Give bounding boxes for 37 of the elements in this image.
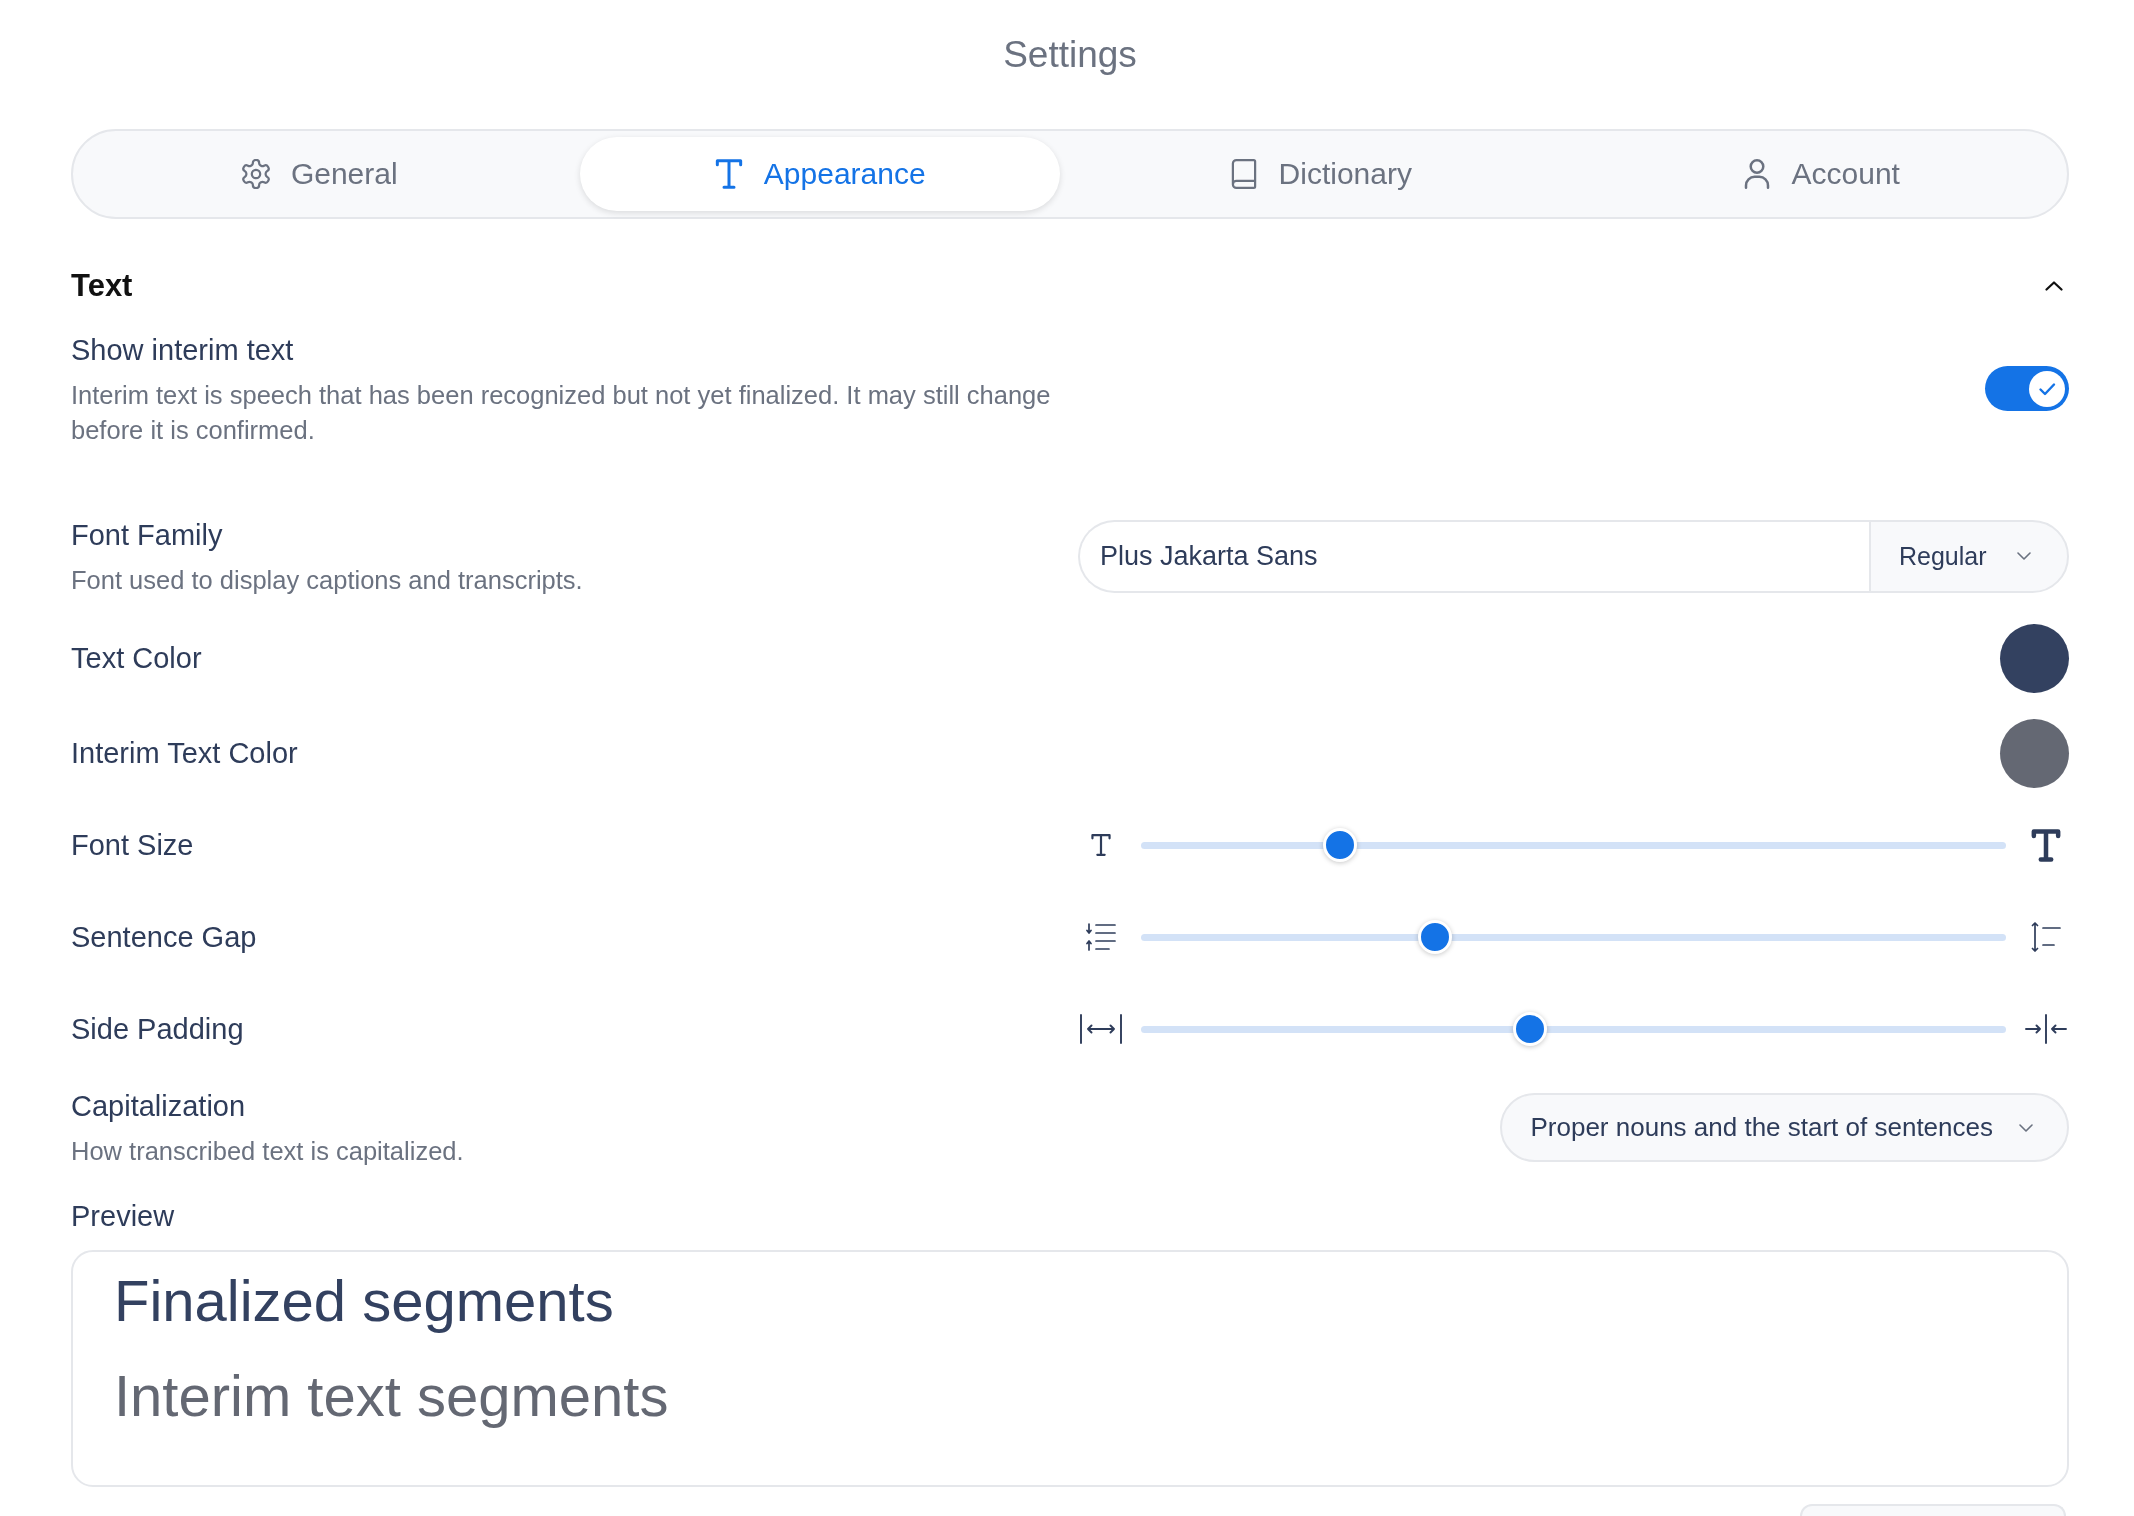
preview-label: Preview (71, 1199, 175, 1235)
setting-label: Side Padding (71, 1012, 245, 1047)
chevron-down-icon (2017, 552, 2031, 561)
setting-label: Font Size (71, 828, 195, 864)
page-title: Settings (1003, 33, 1137, 77)
tab[interactable]: Account (1580, 137, 2061, 211)
tab[interactable]: General (79, 137, 560, 211)
finalized-preview-text: Finalized segments (114, 1267, 615, 1336)
large-letter-t-icon (2031, 828, 2061, 862)
small-letter-t-icon (1091, 834, 1111, 857)
chevron-up-icon[interactable] (2045, 280, 2063, 291)
line-spacing-icon (1086, 923, 1116, 952)
setting-description: How transcribed text is capitalized. (71, 1136, 465, 1168)
setting-label: Interim Text Color (71, 736, 299, 772)
chevron-down-icon (2019, 1123, 2033, 1132)
toggle-switch[interactable] (1985, 366, 2069, 412)
gear-icon (240, 158, 271, 189)
setting-label: Font Family (71, 517, 224, 553)
setting-label: Text Color (71, 641, 203, 677)
letter-t-icon (713, 158, 744, 189)
setting-label: Sentence Gap (71, 920, 258, 956)
setting-description: Interim text is speech that has been recognized but not yet finalized. It may still change before it is confirmed. (71, 379, 1052, 446)
arrows-between-bars-icon (1079, 1014, 1123, 1044)
section-title: Text (71, 266, 133, 305)
setting-label: Show interim text (71, 332, 295, 368)
wide-line-spacing-icon (2031, 922, 2061, 953)
capitalization-dropdown[interactable]: Proper nouns and the start of sentences (1500, 1093, 2069, 1163)
check-icon (2029, 370, 2065, 407)
interim-preview-text: Interim text segments (114, 1362, 670, 1431)
tab[interactable]: Dictionary (1080, 137, 1561, 211)
tab[interactable]: Appearance (579, 137, 1060, 211)
setting-description: Font used to display captions and transcripts. (71, 564, 584, 596)
arrows-to-bar-icon (2024, 1014, 2068, 1044)
font-weight-dropdown[interactable]: Regular (1869, 519, 2069, 593)
setting-label: Capitalization (71, 1089, 247, 1125)
slider-thumb[interactable] (1513, 1012, 1548, 1046)
font-family-field[interactable]: Plus Jakarta Sans (1078, 519, 1869, 593)
